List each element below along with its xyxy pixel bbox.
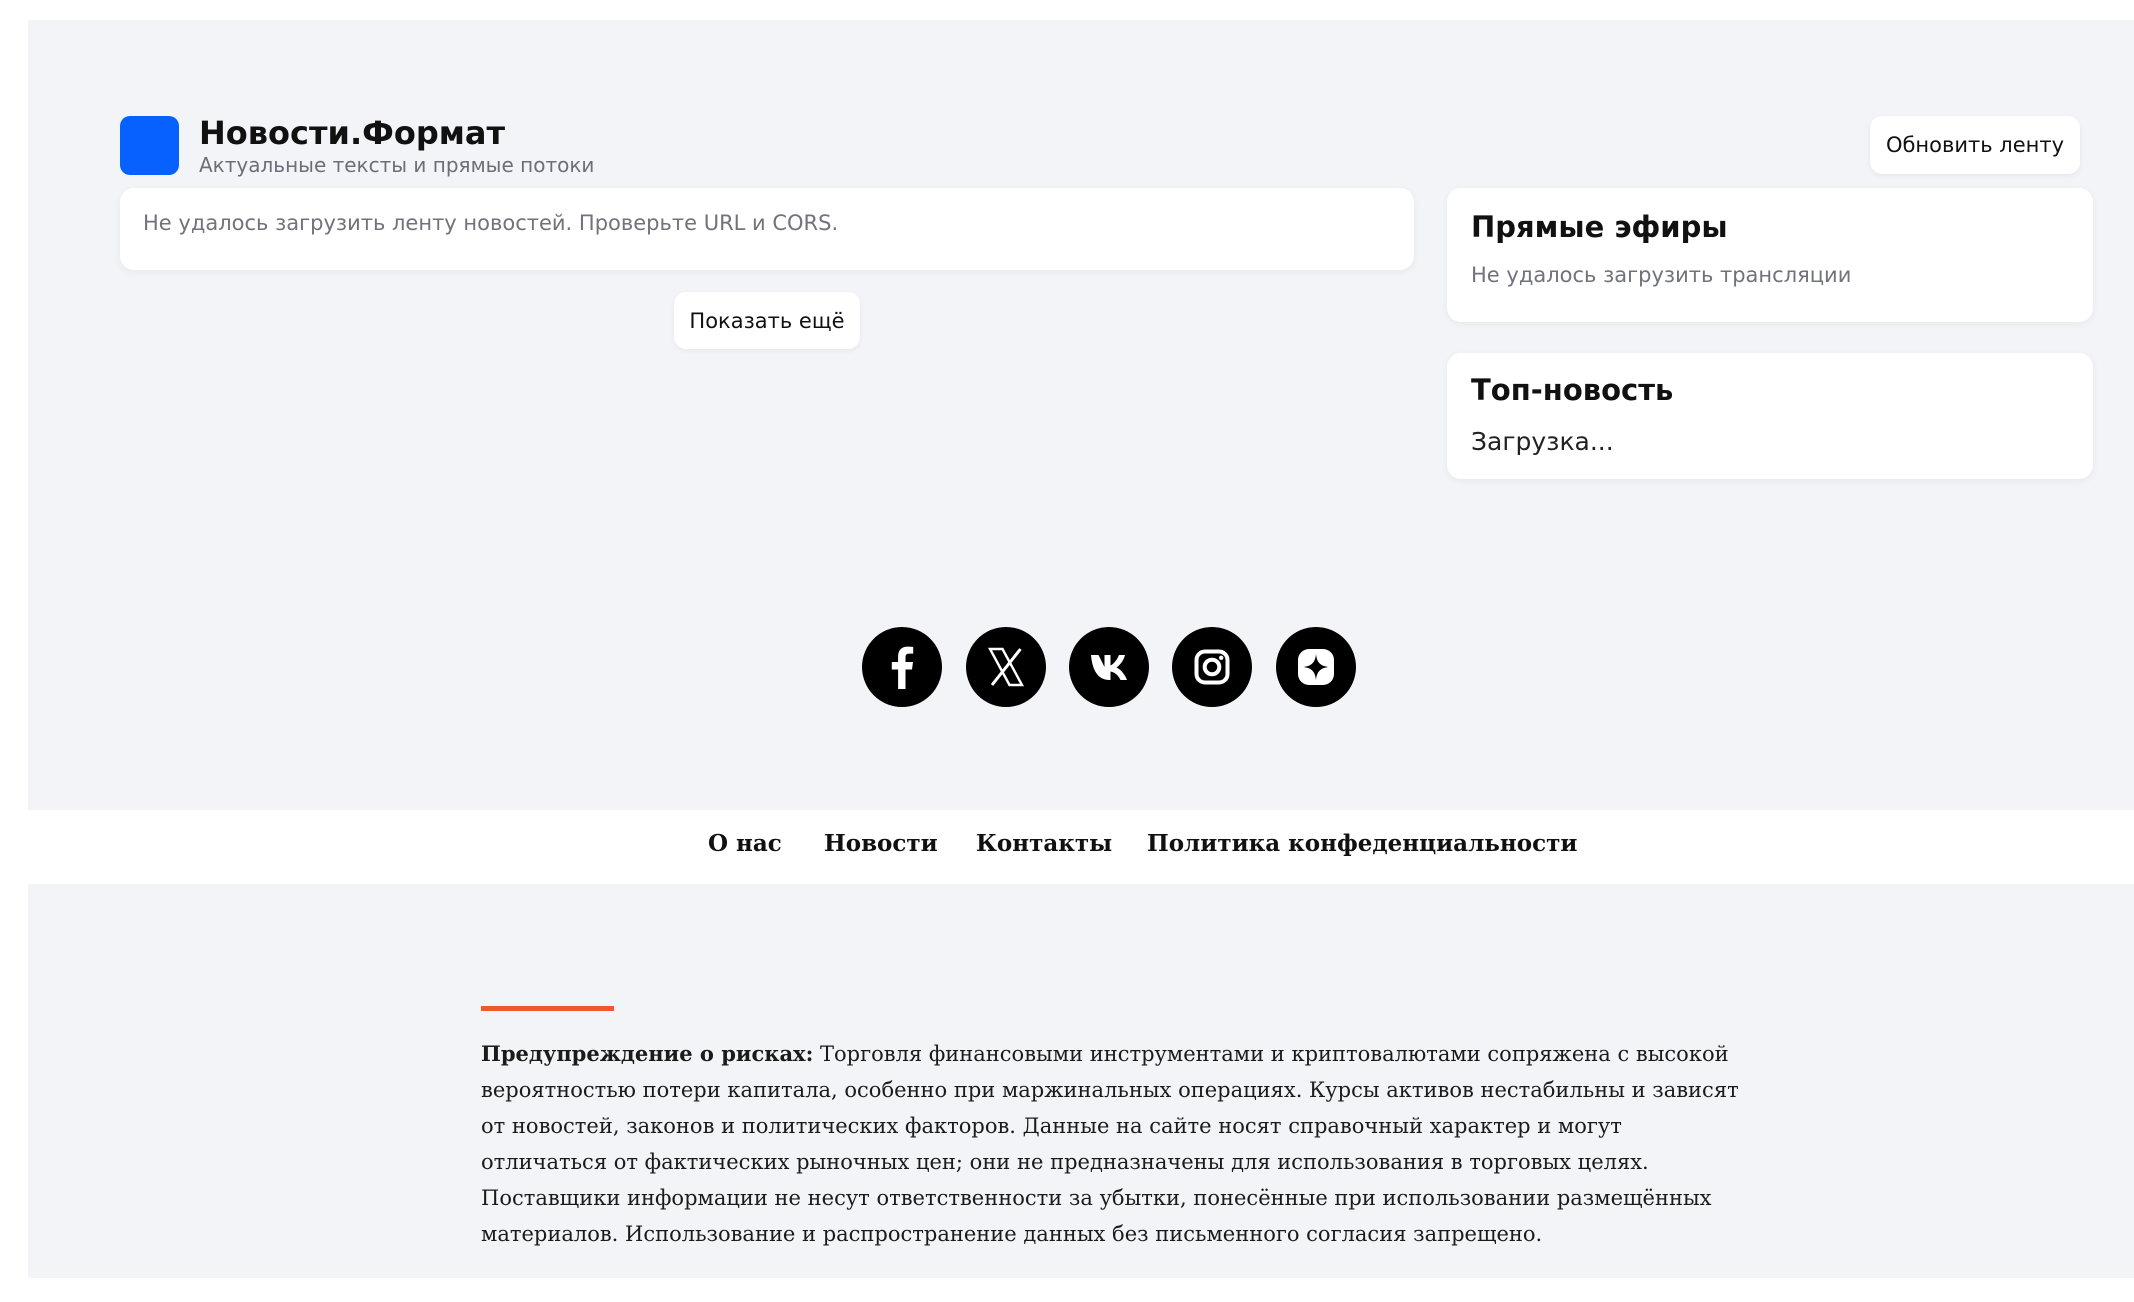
footer-link-contacts[interactable]: Контакты — [976, 829, 1112, 859]
refresh-feed-button[interactable]: Обновить ленту — [1870, 116, 2080, 174]
show-more-button[interactable]: Показать ещё — [674, 292, 860, 349]
live-streams-status: Не удалось загрузить трансляции — [1471, 263, 1852, 287]
social-links — [862, 627, 1358, 709]
x-icon[interactable] — [966, 627, 1046, 707]
footer-link-privacy[interactable]: Политика конфеденциальности — [1147, 829, 1577, 859]
disclaimer-text: Торговля финансовыми инструментами и кри… — [481, 1042, 1739, 1246]
facebook-icon[interactable] — [862, 627, 942, 707]
footer-link-about[interactable]: О нас — [708, 829, 782, 859]
feed-error-card: Не удалось загрузить ленту новостей. Про… — [120, 188, 1414, 270]
live-streams-title: Прямые эфиры — [1471, 210, 1728, 244]
feed-error-message: Не удалось загрузить ленту новостей. Про… — [143, 211, 839, 235]
footer-nav: О нас Новости Контакты Политика конфеден… — [28, 810, 2134, 884]
page-background: Новости.Формат Актуальные тексты и прямы… — [28, 20, 2134, 1278]
top-news-status: Загрузка... — [1471, 427, 1614, 456]
vk-icon[interactable] — [1069, 627, 1149, 707]
site-subtitle: Актуальные тексты и прямые потоки — [199, 153, 595, 177]
disclaimer-accent-line — [481, 1006, 614, 1011]
footer-link-news[interactable]: Новости — [824, 829, 938, 859]
top-news-card: Топ-новость Загрузка... — [1447, 353, 2093, 479]
logo[interactable] — [120, 116, 179, 175]
top-news-title: Топ-новость — [1471, 373, 1674, 407]
live-streams-card: Прямые эфиры Не удалось загрузить трансл… — [1447, 188, 2093, 322]
disclaimer-label: Предупреждение о рисках: — [481, 1041, 814, 1066]
site-header: Новости.Формат Актуальные тексты и прямы… — [120, 96, 2080, 180]
risk-disclaimer: Предупреждение о рисках: Торговля финанс… — [481, 1036, 1751, 1252]
dzen-icon[interactable] — [1276, 627, 1356, 707]
site-title: Новости.Формат — [199, 114, 506, 152]
instagram-icon[interactable] — [1172, 627, 1252, 707]
